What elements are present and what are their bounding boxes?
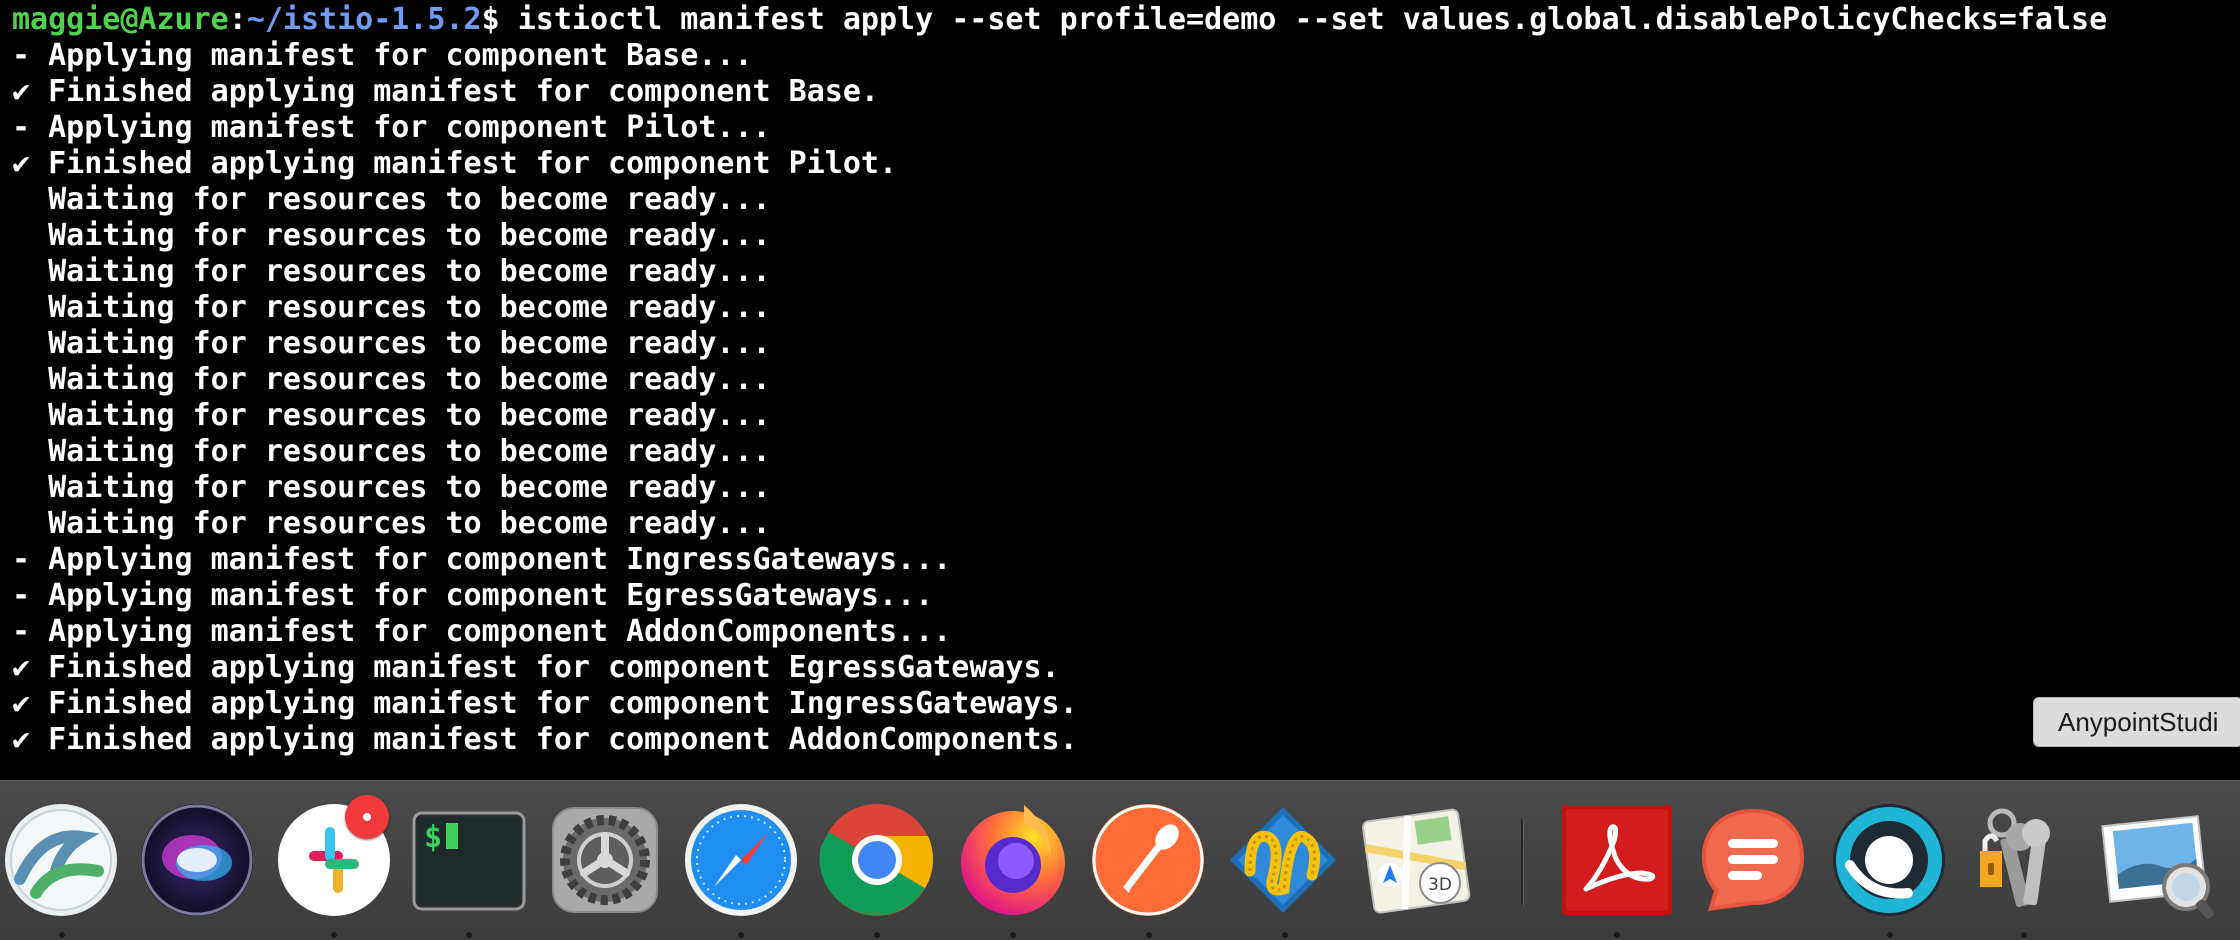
anypoint-studio-icon bbox=[1230, 807, 1336, 913]
dock-item-anypoint-studio[interactable] bbox=[1224, 801, 1342, 919]
terminal-prompt-line: maggie@Azure:~/istio-1.5.2$ istioctl man… bbox=[12, 2, 2107, 38]
dock-separator bbox=[1521, 819, 1524, 905]
dock-item-keychain-access[interactable] bbox=[1964, 801, 2082, 919]
dock-tooltip: AnypointStudi bbox=[2033, 697, 2240, 747]
running-indicator bbox=[466, 932, 472, 938]
acrobat-reader-icon bbox=[1562, 805, 1672, 915]
running-indicator bbox=[1887, 932, 1893, 938]
terminal-line: - Applying manifest for component Ingres… bbox=[12, 542, 952, 577]
dock-item-safari[interactable] bbox=[682, 801, 800, 919]
terminal-line: Waiting for resources to become ready... bbox=[12, 326, 771, 361]
terminal-line: Waiting for resources to become ready... bbox=[12, 182, 771, 217]
speeko-icon bbox=[1702, 809, 1804, 911]
svg-text:$: $ bbox=[424, 820, 442, 855]
prompt-user-host: maggie@Azure bbox=[12, 2, 229, 37]
terminal-line: ✔ Finished applying manifest for compone… bbox=[12, 146, 898, 181]
webex-icon bbox=[1833, 804, 1945, 916]
terminal-line: ✔ Finished applying manifest for compone… bbox=[12, 74, 879, 109]
svg-text:3D: 3D bbox=[1428, 875, 1452, 895]
terminal-line: ✔ Finished applying manifest for compone… bbox=[12, 650, 1060, 685]
terminal-line: - Applying manifest for component AddonC… bbox=[12, 614, 952, 649]
terminal-line: - Applying manifest for component Egress… bbox=[12, 578, 934, 613]
terminal-line: Waiting for resources to become ready... bbox=[12, 398, 771, 433]
dock-item-slack[interactable] bbox=[275, 795, 393, 919]
maps-icon: 3D bbox=[1361, 808, 1471, 914]
terminal-line: - Applying manifest for component Pilot.… bbox=[12, 110, 771, 145]
dock-item-preview[interactable] bbox=[2100, 801, 2218, 919]
dock-item-system-preferences[interactable] bbox=[546, 801, 664, 919]
running-indicator bbox=[331, 932, 337, 938]
terminal-line: Waiting for resources to become ready... bbox=[12, 362, 771, 397]
dock-item-speeko[interactable] bbox=[1694, 801, 1812, 919]
dock-item-postman[interactable] bbox=[1089, 801, 1207, 919]
terminal-line: Waiting for resources to become ready... bbox=[12, 290, 771, 325]
terminal-line: - Applying manifest for component Base..… bbox=[12, 38, 753, 73]
running-indicator bbox=[59, 932, 65, 938]
terminal-line: Waiting for resources to become ready... bbox=[12, 470, 771, 505]
prompt-separator: : bbox=[228, 2, 247, 37]
notification-badge bbox=[345, 795, 389, 839]
terminal-window[interactable]: maggie@Azure:~/istio-1.5.2$ istioctl man… bbox=[0, 0, 2240, 780]
chrome-icon bbox=[819, 804, 934, 916]
siri-icon bbox=[141, 804, 253, 916]
preview-icon bbox=[2101, 815, 2215, 919]
running-indicator bbox=[1010, 932, 1016, 938]
dock-item-terminal[interactable]: $ bbox=[410, 801, 528, 919]
cisco-anyconnect-icon bbox=[5, 804, 117, 916]
keychain-access-icon bbox=[1980, 808, 2050, 908]
terminal-line: Waiting for resources to become ready... bbox=[12, 506, 771, 541]
postman-icon bbox=[1092, 804, 1204, 916]
system-preferences-icon bbox=[552, 807, 658, 913]
dock-item-chrome[interactable] bbox=[818, 801, 936, 919]
desktop-screen: maggie@Azure:~/istio-1.5.2$ istioctl man… bbox=[0, 0, 2240, 940]
dock: $ 3D bbox=[0, 780, 2240, 940]
dock-item-maps[interactable]: 3D bbox=[1358, 801, 1476, 919]
terminal-output: maggie@Azure:~/istio-1.5.2$ istioctl man… bbox=[12, 2, 2107, 758]
running-indicator bbox=[874, 932, 880, 938]
dock-item-webex[interactable] bbox=[1830, 801, 1948, 919]
prompt-command: istioctl manifest apply --set profile=de… bbox=[517, 2, 2108, 37]
prompt-symbol: $ bbox=[481, 2, 518, 37]
terminal-line: ✔ Finished applying manifest for compone… bbox=[12, 686, 1078, 721]
dock-item-cisco-anyconnect[interactable] bbox=[2, 801, 120, 919]
running-indicator bbox=[1146, 932, 1152, 938]
dock-item-firefox[interactable] bbox=[954, 801, 1072, 919]
terminal-line: Waiting for resources to become ready... bbox=[12, 434, 771, 469]
running-indicator bbox=[738, 932, 744, 938]
terminal-line: Waiting for resources to become ready... bbox=[12, 218, 771, 253]
running-indicator bbox=[1282, 932, 1288, 938]
dock-item-siri[interactable] bbox=[138, 801, 256, 919]
terminal-line: Waiting for resources to become ready... bbox=[12, 254, 771, 289]
safari-icon bbox=[685, 804, 797, 916]
firefox-icon bbox=[961, 805, 1065, 915]
running-indicator bbox=[2021, 932, 2027, 938]
terminal-icon: $ bbox=[412, 811, 526, 911]
running-indicator bbox=[1614, 932, 1620, 938]
dock-item-acrobat-reader[interactable] bbox=[1558, 801, 1676, 919]
prompt-path: ~/istio-1.5.2 bbox=[246, 2, 482, 37]
terminal-line: ✔ Finished applying manifest for compone… bbox=[12, 722, 1078, 757]
